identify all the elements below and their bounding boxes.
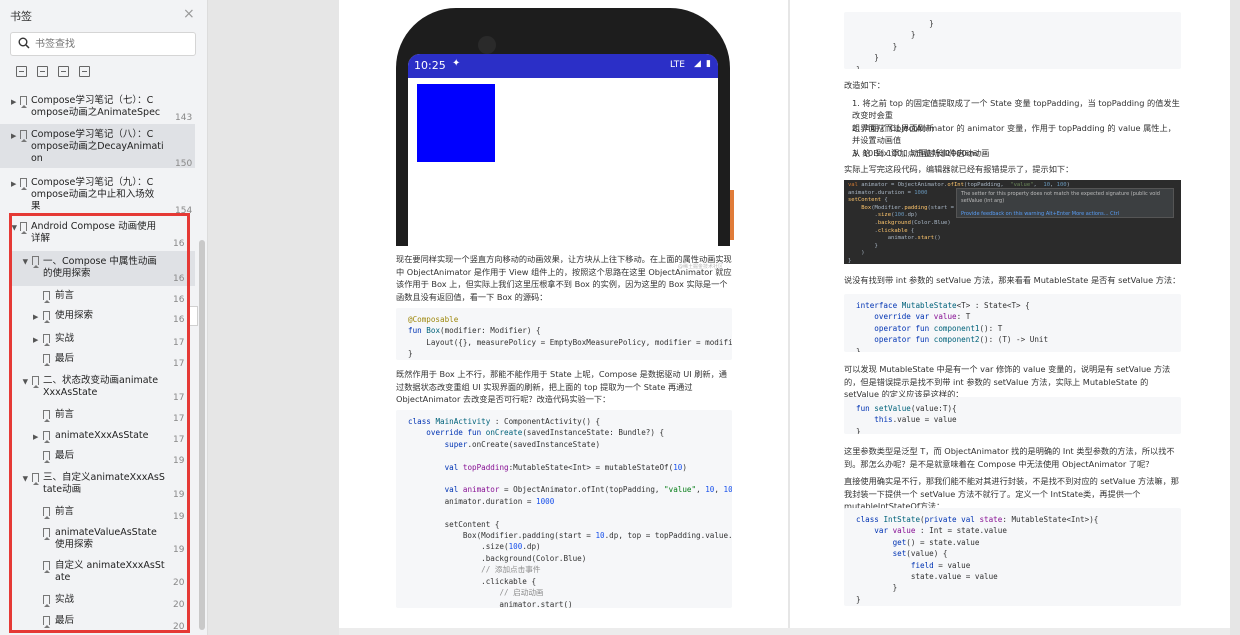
ide-tip-link[interactable]: Provide feedback on this warning Alt+Ent… — [961, 211, 1119, 218]
numbered-list: 1. 将之前 top 的固定值提取成了一个 State 变量 topPaddin… — [852, 97, 1182, 159]
bookmark-item[interactable]: ▶ Compose学习笔记（九）：C ompose动画之中止和入场效 果 154 — [0, 177, 195, 217]
bookmark-item[interactable]: 前言 16 — [40, 290, 190, 310]
collapse-arrow-icon[interactable]: ▶ — [9, 225, 21, 230]
expand-arrow-icon[interactable]: ▶ — [11, 130, 16, 142]
bookmark-icon — [43, 595, 50, 607]
bookmark-icon — [43, 431, 50, 443]
bookmark-item[interactable]: ▶ animateXxxAsState 17 — [33, 430, 190, 450]
bookmark-item[interactable]: animateValueAsState 使用探索 19 — [40, 527, 190, 555]
sidebar-scrollbar[interactable] — [199, 240, 205, 630]
ide-warning-tooltip: The setter for this property does not ma… — [956, 188, 1174, 218]
code-block: @Composable fun Box(modifier: Modifier) … — [396, 308, 732, 360]
bookmark-icon — [43, 528, 50, 540]
bookmark-item[interactable]: 最后 20 — [40, 615, 190, 635]
paragraph: 这里参数类型是泛型 T，而 ObjectAnimator 找的是明确的 Int … — [844, 446, 1175, 469]
bookmark-item[interactable]: ▶ 一、Compose 中属性动画 的使用探索 16 — [12, 251, 195, 286]
bookmark-item[interactable]: ▶ 二、状态改变动画animate XxxAsState 17 — [12, 375, 190, 405]
paragraph: 实际上写完这段代码，编辑器就已经有报错提示了，提示如下： — [844, 164, 1074, 174]
paragraph: 既然作用于 Box 上不行，那能不能作用于 State 上呢，Compose 是… — [396, 369, 727, 404]
paragraph: 说没有找到带 int 参数的 setValue 方法，那来看看 MutableS… — [844, 275, 1181, 285]
list-item: 3. 给 Box 添加点击监听事件启动动画 — [852, 148, 990, 158]
paragraph: 可以发现 MutableState 中是有一个 var 修饰的 value 变量… — [844, 364, 1171, 399]
collapse-arrow-icon[interactable]: ▶ — [20, 476, 32, 481]
code-block: class MainActivity : ComponentActivity()… — [396, 410, 732, 608]
bookmark-icon — [32, 473, 39, 485]
bookmark-tree: ▶ Compose学习笔记（七）：C ompose动画之AnimateSpec … — [0, 0, 207, 635]
bookmark-item[interactable]: 最后 17 — [40, 353, 190, 373]
expand-arrow-icon[interactable]: ▶ — [33, 311, 38, 323]
page-bottom-edge — [339, 628, 1230, 635]
bookmark-icon — [20, 222, 27, 234]
bookmark-icon — [43, 311, 50, 323]
code-block: interface MutableState<T> : State<T> { o… — [844, 294, 1181, 352]
expand-arrow-icon[interactable]: ▶ — [33, 334, 38, 346]
phone-screen: 10:25 ✦ LTE ◢ ▮ — [408, 54, 718, 246]
code-block: } } } } } — [844, 12, 1181, 69]
bookmark-icon — [43, 507, 50, 519]
bookmark-item[interactable]: ▶ Compose学习笔记（八）：C ompose动画之DecayAnimati… — [0, 124, 195, 169]
tooltip-edge — [190, 306, 198, 326]
expand-arrow-icon[interactable]: ▶ — [11, 178, 16, 190]
bookmark-sidebar: 书签 × ▶ Compose学习笔记（七）：C ompose动画之Animate… — [0, 0, 208, 635]
camera-icon — [478, 36, 496, 54]
expand-arrow-icon[interactable]: ▶ — [11, 96, 16, 108]
bookmark-item[interactable]: 最后 19 — [40, 450, 190, 470]
bookmark-item[interactable]: ▶ 三、自定义animateXxxAsS tate动画 19 — [12, 472, 190, 502]
bookmark-item[interactable]: ▶ 使用探索 16 — [33, 310, 190, 330]
app-icon: ✦ — [452, 58, 461, 69]
side-tab — [730, 190, 734, 240]
bookmark-item[interactable]: ▶ Compose学习笔记（七）：C ompose动画之AnimateSpec … — [0, 95, 195, 127]
bookmark-item[interactable]: 前言 19 — [40, 506, 190, 526]
code-block: fun setValue(value:T){ this.value = valu… — [844, 397, 1181, 434]
status-time: 10:25 — [414, 59, 446, 72]
code-block: class IntState(private val state: Mutabl… — [844, 508, 1181, 606]
bookmark-item[interactable]: ▶ Android Compose 动画使用 详解 16 — [0, 221, 190, 249]
status-bar: 10:25 ✦ LTE ◢ ▮ — [408, 54, 718, 78]
bookmark-item[interactable]: 前言 17 — [40, 409, 190, 429]
collapse-arrow-icon[interactable]: ▶ — [20, 259, 32, 264]
signal-icon: ◢ — [694, 59, 701, 69]
paragraph: 改造如下： — [844, 80, 885, 90]
bookmark-icon — [20, 96, 27, 108]
bookmark-item[interactable]: 自定义 animateXxxAsSt ate 20 — [40, 560, 190, 588]
bookmark-icon — [43, 354, 50, 366]
bookmark-icon — [20, 178, 27, 190]
bookmark-icon — [43, 616, 50, 628]
bookmark-icon — [43, 410, 50, 422]
bookmark-icon — [32, 376, 39, 388]
bookmark-icon — [43, 451, 50, 463]
bookmark-icon — [20, 130, 27, 142]
bookmark-item[interactable]: ▶ 实战 17 — [33, 333, 190, 353]
battery-icon: ▮ — [706, 59, 711, 69]
paragraph: 直接使用确实是不行，那我们能不能对其进行封装，不是找不到对应的 setValue… — [844, 476, 1179, 511]
bookmark-icon — [43, 561, 50, 573]
collapse-arrow-icon[interactable]: ▶ — [20, 379, 32, 384]
animated-box — [417, 84, 495, 162]
bookmark-item[interactable]: 实战 20 — [40, 594, 190, 614]
expand-arrow-icon[interactable]: ▶ — [33, 431, 38, 443]
paragraph: 现在要同样实现一个竖直方向移动的动画效果，让方块从上往下移动。在上面的属性动画实… — [396, 254, 732, 302]
bookmark-icon — [43, 291, 50, 303]
bookmark-icon — [32, 256, 39, 268]
status-network: LTE — [670, 60, 685, 70]
bookmark-icon — [43, 334, 50, 346]
